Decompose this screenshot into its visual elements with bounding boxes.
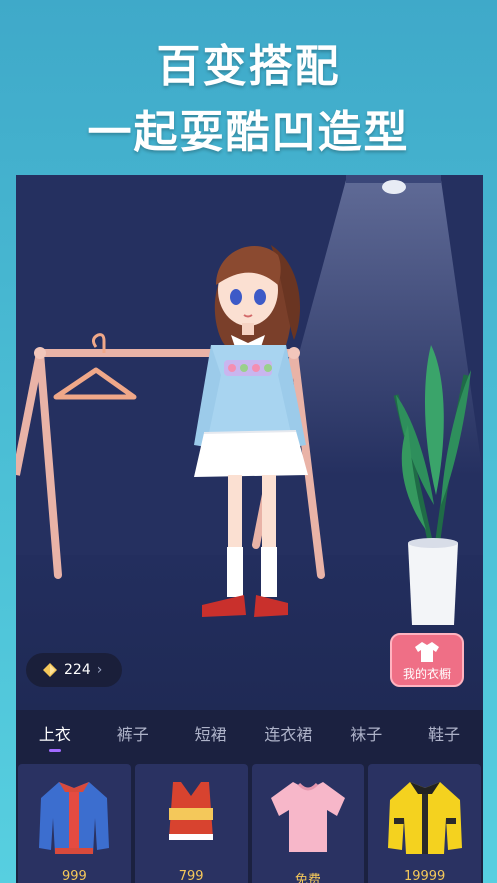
shirt-icon [415,642,439,662]
tab-shoes[interactable]: 鞋子 [405,710,483,762]
lamp-icon [382,180,406,194]
headline-line-1: 百变搭配 [156,41,341,92]
item-card-yellow-jacket[interactable]: 19999 [368,764,481,883]
tshirt-icon [270,782,345,852]
coin-balance[interactable]: 224 › [26,653,122,687]
scene-illustration [16,175,483,710]
item-price: 19999 [403,869,446,883]
item-price: 免费 [294,873,321,883]
category-tabs: 上衣 裤子 短裙 连衣裙 袜子 鞋子 [16,710,483,762]
my-wardrobe-label: 我的衣橱 [402,667,451,681]
my-wardrobe-button[interactable]: 我的衣橱 [390,633,464,687]
item-card-crop-top[interactable]: 799 [134,764,248,883]
chevron-right-icon: › [96,662,103,678]
tab-tops[interactable]: 上衣 [16,710,94,762]
item-price: 799 [178,869,204,883]
coin-count: 224 [64,662,91,678]
diamond-icon [43,663,57,677]
headline-line-2: 一起耍酷凹造型 [87,107,410,158]
tab-dresses[interactable]: 连衣裙 [249,710,327,762]
item-card-jacket[interactable]: 999 [18,764,131,883]
crop-top-icon [169,782,214,840]
tab-skirts[interactable]: 短裙 [172,710,250,762]
item-card-tshirt[interactable]: 免费 [251,764,365,883]
jacket-icon [39,782,110,854]
tab-pants[interactable]: 裤子 [94,710,172,762]
yellow-jacket-icon [387,782,462,854]
tab-socks[interactable]: 袜子 [327,710,405,762]
item-grid: 999 799 免费 19999 [16,762,483,883]
dressing-room-scene [16,175,483,710]
item-price: 999 [61,869,87,883]
game-screen: 224 › 我的衣橱 上衣 裤子 短裙 连衣裙 袜子 鞋子 999 799 免费… [16,175,483,883]
